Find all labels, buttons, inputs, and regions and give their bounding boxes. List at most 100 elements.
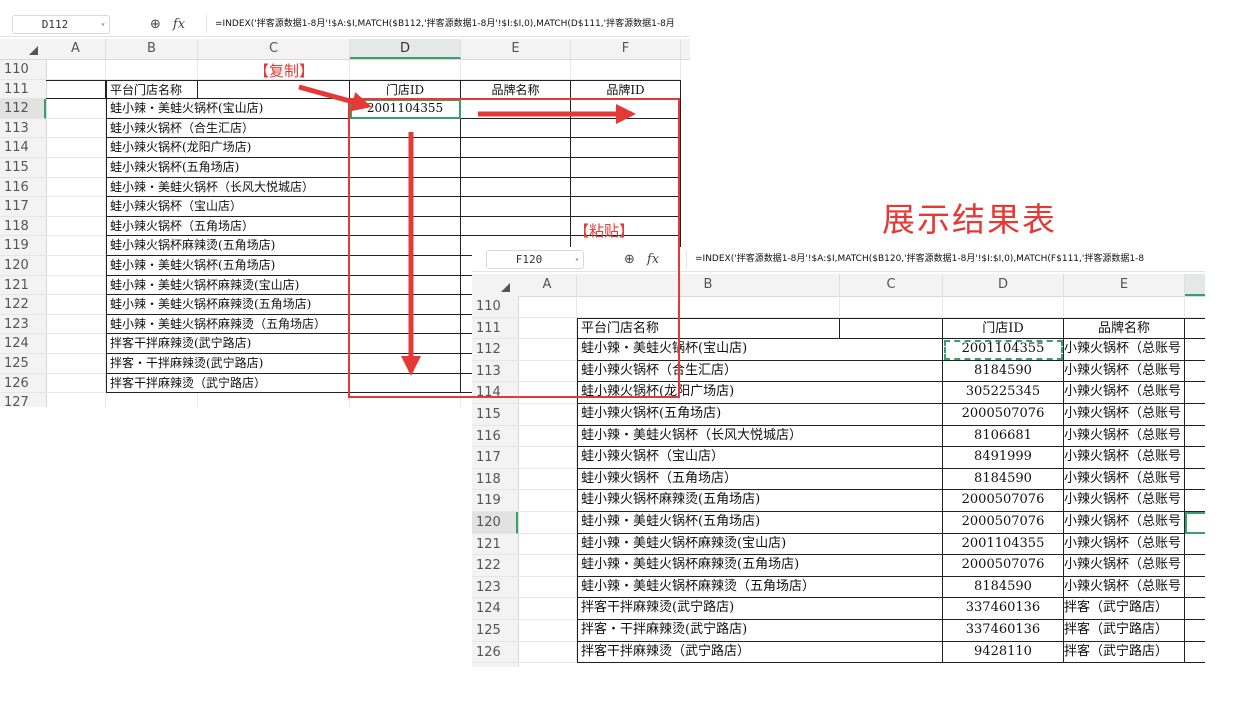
brand-name-cell[interactable]: 小辣火锅杯（总账号 — [1064, 533, 1185, 556]
select-all-icon[interactable] — [472, 274, 518, 296]
row-header-116[interactable]: 116 — [0, 178, 46, 198]
row-header-120[interactable]: 120 — [472, 512, 518, 534]
empty-cell[interactable] — [518, 425, 577, 448]
brand-id-cell[interactable]: 6108 — [1185, 642, 1205, 664]
store-name-overflow-cell[interactable] — [840, 576, 943, 599]
store-name-overflow-cell[interactable] — [840, 425, 943, 448]
store-name-cell[interactable]: 蛙小辣火锅杯（五角场店） — [577, 468, 840, 491]
empty-cell[interactable] — [46, 393, 106, 407]
column-header-e[interactable]: E — [461, 39, 571, 59]
empty-cell[interactable] — [518, 576, 577, 599]
data-cell[interactable] — [46, 275, 106, 296]
store-name-overflow-cell[interactable] — [840, 447, 943, 469]
row-header-114[interactable]: 114 — [0, 138, 46, 158]
empty-cell[interactable] — [350, 60, 461, 80]
header-store-id[interactable]: 门店ID — [943, 317, 1064, 340]
empty-cell[interactable] — [518, 382, 577, 404]
column-header-b[interactable]: B — [106, 39, 198, 59]
store-name-cell[interactable]: 蛙小辣・美蛙火锅杯麻辣烫(宝山店) — [577, 533, 840, 556]
empty-cell[interactable] — [518, 533, 577, 556]
data-cell[interactable] — [461, 177, 571, 198]
brand-id-cell[interactable]: 4636 — [1185, 490, 1205, 512]
empty-cell[interactable] — [106, 60, 198, 80]
data-cell[interactable] — [350, 314, 461, 335]
name-box[interactable]: D112 ▾ — [12, 15, 110, 34]
name-box[interactable]: F120 ▾ — [486, 250, 584, 269]
dropdown-icon[interactable]: ▾ — [97, 20, 109, 29]
store-name-cell[interactable]: 蛙小辣火锅杯(龙阳广场店) — [106, 138, 251, 158]
formula-input[interactable]: =INDEX('拌客源数据1-8月'!$A:$I,MATCH($B112,'拌客… — [206, 15, 690, 33]
row-header-125[interactable]: 125 — [472, 620, 518, 642]
data-cell[interactable] — [46, 236, 106, 256]
empty-cell[interactable] — [350, 393, 461, 407]
data-cell[interactable] — [571, 177, 681, 198]
row-header-115[interactable]: 115 — [472, 404, 518, 426]
store-name-overflow-cell[interactable] — [198, 177, 350, 198]
store-name-overflow-cell[interactable] — [840, 598, 943, 620]
store-name-overflow-cell[interactable] — [840, 533, 943, 556]
store-name-overflow-cell[interactable] — [198, 216, 350, 237]
header-store-name[interactable]: 平台门店名称 — [577, 317, 840, 340]
row-header-126[interactable]: 126 — [472, 642, 518, 664]
store-name-overflow-cell[interactable] — [198, 314, 350, 335]
row-header-119[interactable]: 119 — [0, 236, 46, 256]
row-header-117[interactable]: 117 — [0, 197, 46, 217]
empty-cell[interactable] — [518, 296, 577, 318]
data-cell[interactable] — [350, 177, 461, 198]
header-store-name[interactable]: 平台门店名称 — [106, 79, 198, 100]
empty-cell[interactable] — [518, 447, 577, 469]
store-id-cell[interactable]: 9428110 — [943, 641, 1064, 664]
data-cell[interactable] — [350, 256, 461, 276]
data-cell[interactable] — [46, 197, 106, 217]
header-cell[interactable] — [840, 317, 943, 340]
brand-id-cell[interactable]: 4636 — [1185, 382, 1205, 404]
store-id-cell[interactable]: 8184590 — [943, 576, 1064, 599]
column-header-a[interactable]: A — [46, 39, 106, 59]
store-id-cell[interactable]: 2000507076 — [943, 404, 1064, 426]
empty-cell[interactable] — [106, 393, 198, 407]
empty-cell[interactable] — [518, 490, 577, 512]
brand-name-cell[interactable]: 小辣火锅杯（总账号 — [1064, 382, 1185, 404]
row-header-114[interactable]: 114 — [472, 382, 518, 404]
store-name-cell[interactable]: 拌客・干拌麻辣烫(武宁路店) — [577, 620, 840, 642]
fx-icon[interactable]: fx — [647, 252, 659, 267]
store-name-cell[interactable]: 蛙小辣・美蛙火锅杯(五角场店) — [106, 256, 275, 276]
data-cell[interactable] — [571, 197, 681, 217]
row-header-111[interactable]: 111 — [0, 80, 46, 100]
store-name-overflow-cell[interactable] — [840, 555, 943, 577]
row-header-126[interactable]: 126 — [0, 374, 46, 394]
store-name-overflow-cell[interactable] — [840, 620, 943, 642]
data-cell[interactable] — [461, 158, 571, 178]
store-name-cell[interactable]: 蛙小辣火锅杯(龙阳广场店) — [577, 382, 840, 404]
data-cell[interactable] — [350, 334, 461, 354]
empty-cell[interactable] — [198, 393, 350, 407]
data-cell[interactable] — [46, 99, 106, 119]
row-header-125[interactable]: 125 — [0, 354, 46, 374]
store-id-cell[interactable]: 2001104355 — [943, 533, 1064, 556]
column-header-c[interactable]: C — [198, 39, 350, 59]
brand-name-cell[interactable]: 小辣火锅杯（总账号 — [1064, 468, 1185, 491]
data-cell[interactable] — [46, 256, 106, 276]
brand-name-cell[interactable]: 小辣火锅杯（总账号 — [1064, 425, 1185, 448]
row-header-110[interactable]: 110 — [472, 296, 518, 318]
brand-id-cell[interactable]: 4636 — [1185, 555, 1205, 577]
store-name-overflow-cell[interactable] — [840, 641, 943, 664]
row-header-127[interactable]: 127 — [0, 393, 46, 407]
data-cell[interactable] — [350, 354, 461, 374]
empty-cell[interactable] — [518, 339, 577, 361]
store-name-overflow-cell[interactable] — [840, 360, 943, 383]
data-cell[interactable] — [571, 118, 681, 139]
store-id-cell[interactable]: 337460136 — [943, 620, 1064, 642]
data-cell[interactable] — [46, 334, 106, 354]
store-id-cell[interactable]: 8184590 — [943, 360, 1064, 383]
store-id-cell[interactable]: 2000507076 — [943, 490, 1064, 512]
empty-cell[interactable] — [518, 512, 577, 534]
data-cell[interactable] — [571, 99, 681, 119]
select-all-icon[interactable] — [0, 39, 46, 59]
store-id-cell[interactable]: 2001104355 — [943, 339, 1064, 361]
row-header-124[interactable]: 124 — [0, 334, 46, 354]
empty-cell[interactable] — [943, 296, 1064, 318]
data-cell[interactable] — [461, 138, 571, 158]
store-name-overflow-cell[interactable] — [198, 354, 350, 374]
row-header-118[interactable]: 118 — [0, 217, 46, 237]
